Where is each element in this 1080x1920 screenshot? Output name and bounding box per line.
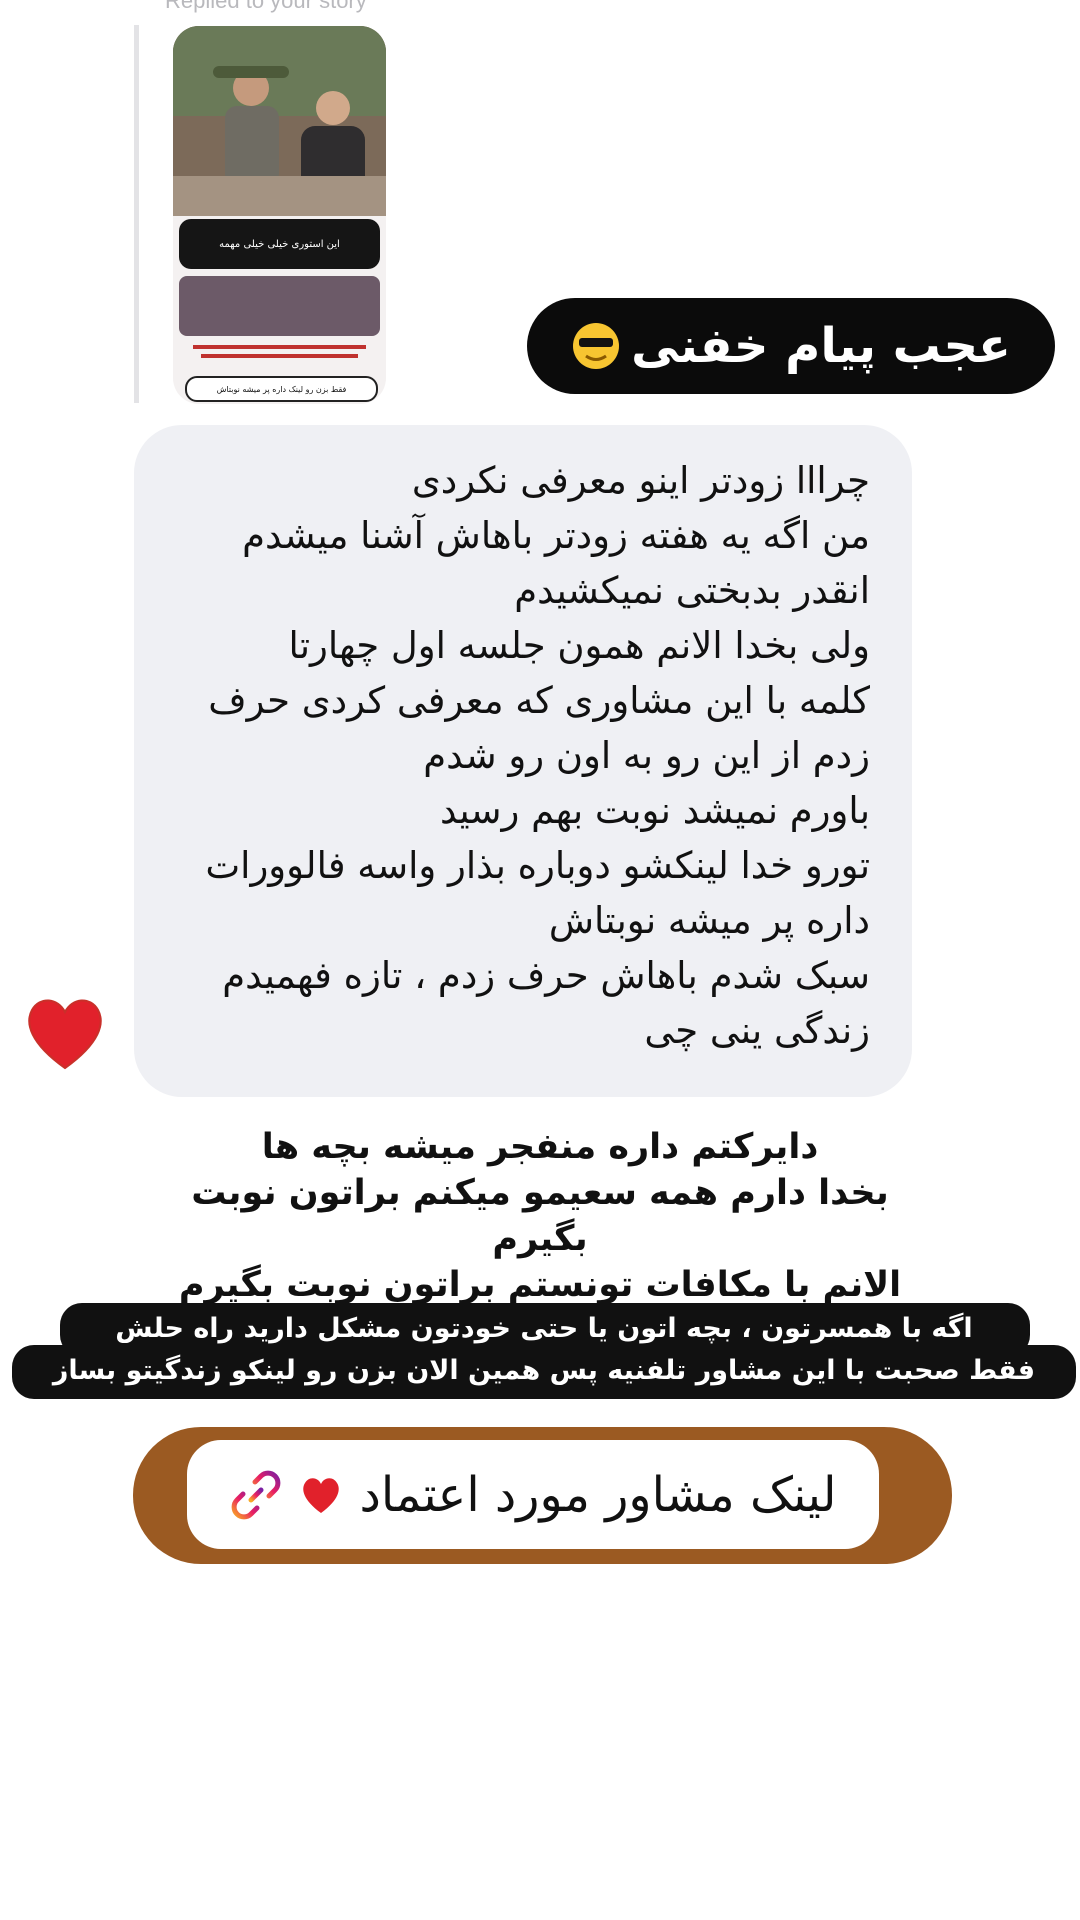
title-text: عجب پیام خفنی [631, 318, 1011, 374]
story-thumbnail[interactable]: این استوری خیلی خیلی مهمه فقط بزن رو لین… [173, 26, 386, 404]
mid-announcement-text: دایرکتم داره منفجر میشه بچه ها بخدا دارم… [178, 1127, 902, 1305]
caption-line-2: فقط صحبت با این مشاور تلفنیه پس همین الا… [52, 1355, 1036, 1386]
link-sticker-inner[interactable]: لینک مشاور مورد اعتماد [187, 1440, 879, 1549]
caption-line-1: اگه با همسرتون ، بچه اتون یا حتی خودتون … [115, 1313, 973, 1344]
story-link-sticker: فقط بزن رو لینک داره پر میشه نوبتاش [185, 376, 378, 402]
replied-to-story-label: Replied to your story [165, 0, 367, 13]
link-icon [232, 1470, 281, 1519]
message-bubble-title: عجب پیام خفنی [527, 298, 1055, 394]
story-photo [173, 26, 386, 216]
caption-bar: اگه با همسرتون ، بچه اتون یا حتی خودتون … [12, 1303, 1076, 1399]
heart-reaction-icon[interactable] [20, 988, 110, 1078]
link-sticker[interactable]: لینک مشاور مورد اعتماد [133, 1427, 952, 1564]
link-sticker-label: لینک مشاور مورد اعتماد [359, 1466, 837, 1523]
story-text-block [179, 276, 380, 336]
testimonial-text: چرااا زودتر اینو معرفی نکردی من اگه یه ه… [205, 459, 870, 1052]
story-red-lines [193, 345, 366, 358]
story-reply-divider [134, 25, 139, 403]
heart-icon [303, 1477, 340, 1513]
message-bubble-testimonial: چرااا زودتر اینو معرفی نکردی من اگه یه ه… [134, 425, 912, 1097]
cool-face-icon [573, 323, 620, 369]
story-thumbnail-caption: این استوری خیلی خیلی مهمه [179, 219, 380, 269]
